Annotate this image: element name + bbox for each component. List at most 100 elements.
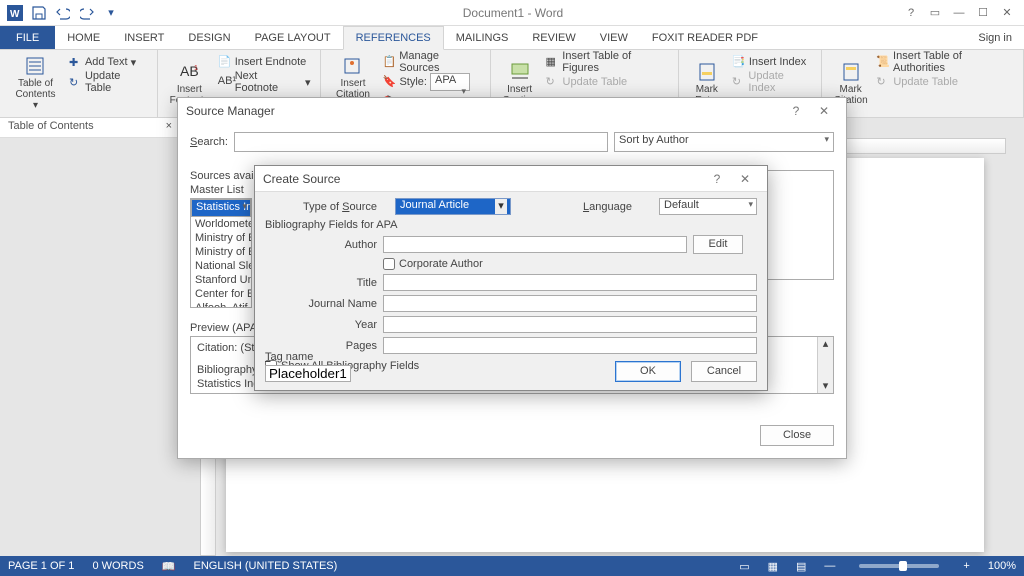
dlg1-titlebar[interactable]: Source Manager ? ✕ [178,98,846,124]
corporate-author-checkbox[interactable]: Corporate Author [383,258,483,270]
maximize-icon[interactable]: ☐ [972,4,994,22]
manage-sources-button[interactable]: 📋Manage Sources [379,52,483,72]
add-text-button[interactable]: ✚Add Text ▾ [65,52,151,72]
update-toa-button[interactable]: ↻Update Table [873,72,1017,92]
next-footnote-button[interactable]: AB¹Next Footnote ▾ [215,72,314,92]
web-layout-icon[interactable]: ▤ [796,560,806,573]
list-item[interactable]: National Sleep F [191,259,251,273]
read-mode-icon[interactable]: ▭ [739,560,749,573]
zoom-level[interactable]: 100% [988,560,1016,572]
author-label: Author [265,239,383,251]
dlg1-close-button[interactable]: Close [760,425,834,446]
help-icon[interactable]: ? [900,4,922,22]
dlg1-close-icon[interactable]: ✕ [810,104,838,118]
author-input[interactable] [383,236,687,253]
journal-label: Journal Name [265,298,383,310]
title-bar: W ▾ Document1 - Word ? ▭ — ☐ ✕ [0,0,1024,26]
minimize-icon[interactable]: — [948,4,970,22]
dlg2-help-icon[interactable]: ? [703,172,731,186]
search-input[interactable] [234,132,608,152]
cancel-button[interactable]: Cancel [691,361,757,382]
language-select[interactable]: Default [659,198,757,215]
svg-text:W: W [10,9,20,20]
language-label: Language [583,201,632,213]
word-count[interactable]: 0 WORDS [92,560,143,572]
list-item[interactable]: Statistics Indon [191,199,251,217]
quick-access-toolbar: W ▾ [0,2,126,24]
dlg1-title-text: Source Manager [186,104,782,118]
tab-references[interactable]: REFERENCES [343,26,444,50]
pages-input[interactable] [383,337,757,354]
update-tof-button[interactable]: ↻Update Table [543,72,672,92]
list-item[interactable]: Worldometers; [191,217,251,231]
toc-pane-title: Table of Contents [8,120,94,135]
svg-text:1: 1 [194,65,198,72]
ok-button[interactable]: OK [615,361,681,382]
tag-name-label: Tag name [265,351,351,363]
scroll-down-icon[interactable]: ▾ [823,379,829,393]
style-selector[interactable]: 🔖Style: APA [379,72,483,92]
list-item[interactable]: Ministry of Edu [191,231,251,245]
redo-icon[interactable] [76,2,98,24]
dlg2-title-text: Create Source [263,172,703,186]
tab-review[interactable]: REVIEW [520,26,587,49]
dlg1-help-icon[interactable]: ? [782,104,810,118]
language-status[interactable]: ENGLISH (UNITED STATES) [193,560,337,572]
ribbon-tabs: FILE HOME INSERT DESIGN PAGE LAYOUT REFE… [0,26,1024,50]
scroll-up-icon[interactable]: ▴ [823,337,829,351]
type-of-source-select[interactable]: Journal Article [395,198,511,215]
tab-view[interactable]: VIEW [588,26,640,49]
list-item[interactable]: Stanford Univer [191,273,251,287]
title-label: Title [265,277,383,289]
year-input[interactable] [383,316,757,333]
zoom-in-icon[interactable]: + [963,560,969,572]
tab-page-layout[interactable]: PAGE LAYOUT [243,26,343,49]
save-icon[interactable] [28,2,50,24]
dlg2-titlebar[interactable]: Create Source ? ✕ [255,166,767,192]
tab-foxit[interactable]: FOXIT READER PDF [640,26,770,49]
tab-file[interactable]: FILE [0,26,55,49]
insert-toa-button[interactable]: 📜Insert Table of Authorities [873,52,1017,72]
tag-name-input[interactable] [265,365,351,382]
qat-dropdown-icon[interactable]: ▾ [100,2,122,24]
title-input[interactable] [383,274,757,291]
ribbon-options-icon[interactable]: ▭ [924,4,946,22]
insert-tof-button[interactable]: ▦Insert Table of Figures [543,52,672,72]
year-label: Year [265,319,383,331]
document-title: Document1 - Word [126,6,900,20]
close-icon[interactable]: ✕ [996,4,1018,22]
toc-pane-close[interactable]: × [166,120,172,135]
svg-text:↻: ↻ [69,77,78,89]
tab-design[interactable]: DESIGN [176,26,242,49]
journal-input[interactable] [383,295,757,312]
pages-label: Pages [265,340,383,352]
search-label: Search: [190,136,228,148]
insert-index-button[interactable]: 📑Insert Index [729,52,815,72]
tab-insert[interactable]: INSERT [112,26,176,49]
window-controls: ? ▭ — ☐ ✕ [900,4,1024,22]
master-list[interactable]: Statistics Indon Worldometers; Ministry … [190,198,252,308]
tab-mailings[interactable]: MAILINGS [444,26,521,49]
list-item[interactable]: Center for Educ [191,287,251,301]
list-item[interactable]: Ministry of Edu [191,245,251,259]
update-index-button[interactable]: ↻Update Index [729,72,815,92]
table-of-contents-button[interactable]: Table ofContents ▾ [6,52,65,115]
status-bar: PAGE 1 OF 1 0 WORDS 📖 ENGLISH (UNITED ST… [0,556,1024,576]
edit-author-button[interactable]: Edit [693,235,743,254]
spellcheck-icon[interactable]: 📖 [162,560,176,573]
zoom-out-icon[interactable]: — [824,560,835,572]
dlg2-close-icon[interactable]: ✕ [731,172,759,186]
type-of-source-label: Type of Source [265,201,383,213]
page-count[interactable]: PAGE 1 OF 1 [8,560,74,572]
tab-home[interactable]: HOME [55,26,112,49]
sign-in-link[interactable]: Sign in [966,26,1024,49]
list-item[interactable]: Alfooh, Atif Eid [191,301,251,308]
word-app-icon[interactable]: W [4,2,26,24]
print-layout-icon[interactable]: ▦ [768,560,778,573]
insert-endnote-button[interactable]: 📄Insert Endnote [215,52,314,72]
zoom-slider[interactable] [859,564,939,568]
svg-text:✚: ✚ [69,57,78,69]
update-toc-button[interactable]: ↻Update Table [65,72,151,92]
sort-select[interactable]: Sort by Author [614,132,834,152]
undo-icon[interactable] [52,2,74,24]
